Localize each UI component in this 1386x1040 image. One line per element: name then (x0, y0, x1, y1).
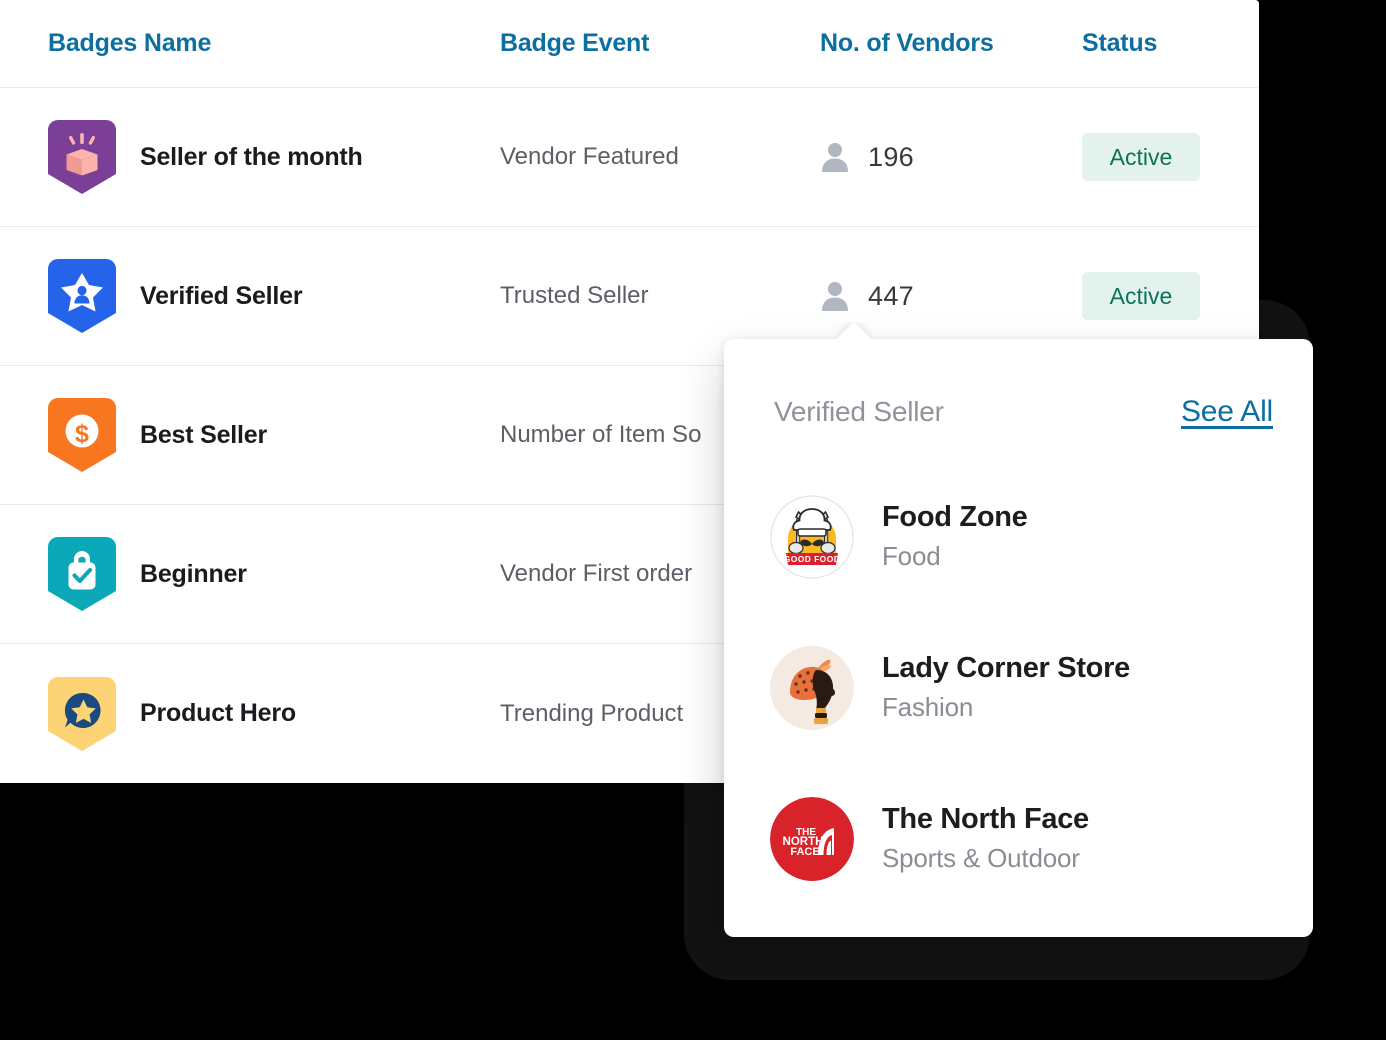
cell-status: Active (1082, 133, 1259, 181)
vendor-category-label: Food (882, 541, 941, 571)
the-north-face-logo-icon: THE NORTH FACE (770, 796, 854, 881)
popup-pointer-arrow (836, 322, 872, 340)
badge-name-label: Verified Seller (140, 281, 303, 310)
badge-name-label: Seller of the month (140, 142, 363, 171)
cell-badge-name: Product Hero (0, 676, 500, 751)
cell-status: Active (1082, 272, 1259, 320)
page-root: Badges Name Badge Event No. of Vendors S… (0, 0, 1386, 1040)
shopping-bag-check-shield-badge-icon (48, 537, 116, 611)
cell-badge-name: $ Best Seller (0, 398, 500, 472)
vendor-name-label: Lady Corner Store (882, 652, 1130, 684)
svg-text:$: $ (75, 420, 89, 448)
cell-badge-name: Verified Seller (0, 259, 500, 333)
person-icon (822, 143, 848, 172)
table-header-row: Badges Name Badge Event No. of Vendors S… (0, 0, 1259, 88)
vendor-text-block: Food Zone Food (882, 501, 1028, 572)
cell-badge-event: Trusted Seller (500, 282, 649, 309)
cell-no-of-vendors: 447 (820, 280, 1082, 312)
badge-name-label: Product Hero (140, 699, 296, 727)
gift-box-shield-badge-icon (48, 120, 116, 194)
verified-seller-vendors-popup: Verified Seller See All GOOD FOOD Food Z… (724, 322, 1313, 937)
vendor-name-label: Food Zone (882, 501, 1028, 533)
badge-name-label: Best Seller (140, 420, 268, 449)
person-icon (822, 282, 848, 311)
star-person-shield-badge-icon (48, 259, 116, 333)
cell-badge-event: Vendor Featured (500, 143, 679, 170)
list-item[interactable]: THE NORTH FACE The North Face Sports & O… (724, 763, 1313, 914)
popup-title: Verified Seller (774, 396, 944, 427)
popup-header: Verified Seller See All (724, 339, 1313, 429)
cell-badge-name: Beginner (0, 537, 500, 611)
vendor-category-label: Sports & Outdoor (882, 843, 1080, 873)
vendor-category-label: Fashion (882, 692, 974, 722)
vendor-text-block: The North Face Sports & Outdoor (882, 803, 1089, 874)
vendor-count-value: 447 (868, 280, 914, 311)
status-badge[interactable]: Active (1082, 272, 1200, 320)
table-row[interactable]: Seller of the month Vendor Featured 196 … (0, 88, 1259, 227)
status-badge[interactable]: Active (1082, 133, 1200, 181)
column-header-badge-event[interactable]: Badge Event (500, 29, 820, 58)
cell-no-of-vendors: 196 (820, 141, 1082, 173)
speech-bubble-star-shield-badge-icon (48, 676, 116, 751)
svg-text:FACE: FACE (790, 846, 819, 858)
column-header-badges-name[interactable]: Badges Name (0, 29, 500, 58)
cell-badge-name: Seller of the month (0, 120, 500, 194)
column-header-status[interactable]: Status (1082, 29, 1259, 58)
lady-headwrap-logo-icon (770, 645, 854, 730)
svg-text:GOOD FOOD: GOOD FOOD (784, 554, 841, 564)
popup-vendor-list: GOOD FOOD Food Zone Food Lady Corner Sto… (724, 429, 1313, 914)
vendor-name-label: The North Face (882, 803, 1089, 835)
vendor-text-block: Lady Corner Store Fashion (882, 652, 1130, 723)
dollar-coin-shield-badge-icon: $ (48, 398, 116, 472)
list-item[interactable]: Lady Corner Store Fashion (724, 612, 1313, 763)
good-food-chef-logo-icon: GOOD FOOD (770, 494, 854, 579)
see-all-link[interactable]: See All (1181, 395, 1273, 429)
badge-name-label: Beginner (140, 559, 247, 588)
column-header-no-of-vendors[interactable]: No. of Vendors (820, 29, 1082, 58)
list-item[interactable]: GOOD FOOD Food Zone Food (724, 461, 1313, 612)
vendor-count-value: 196 (868, 141, 914, 172)
